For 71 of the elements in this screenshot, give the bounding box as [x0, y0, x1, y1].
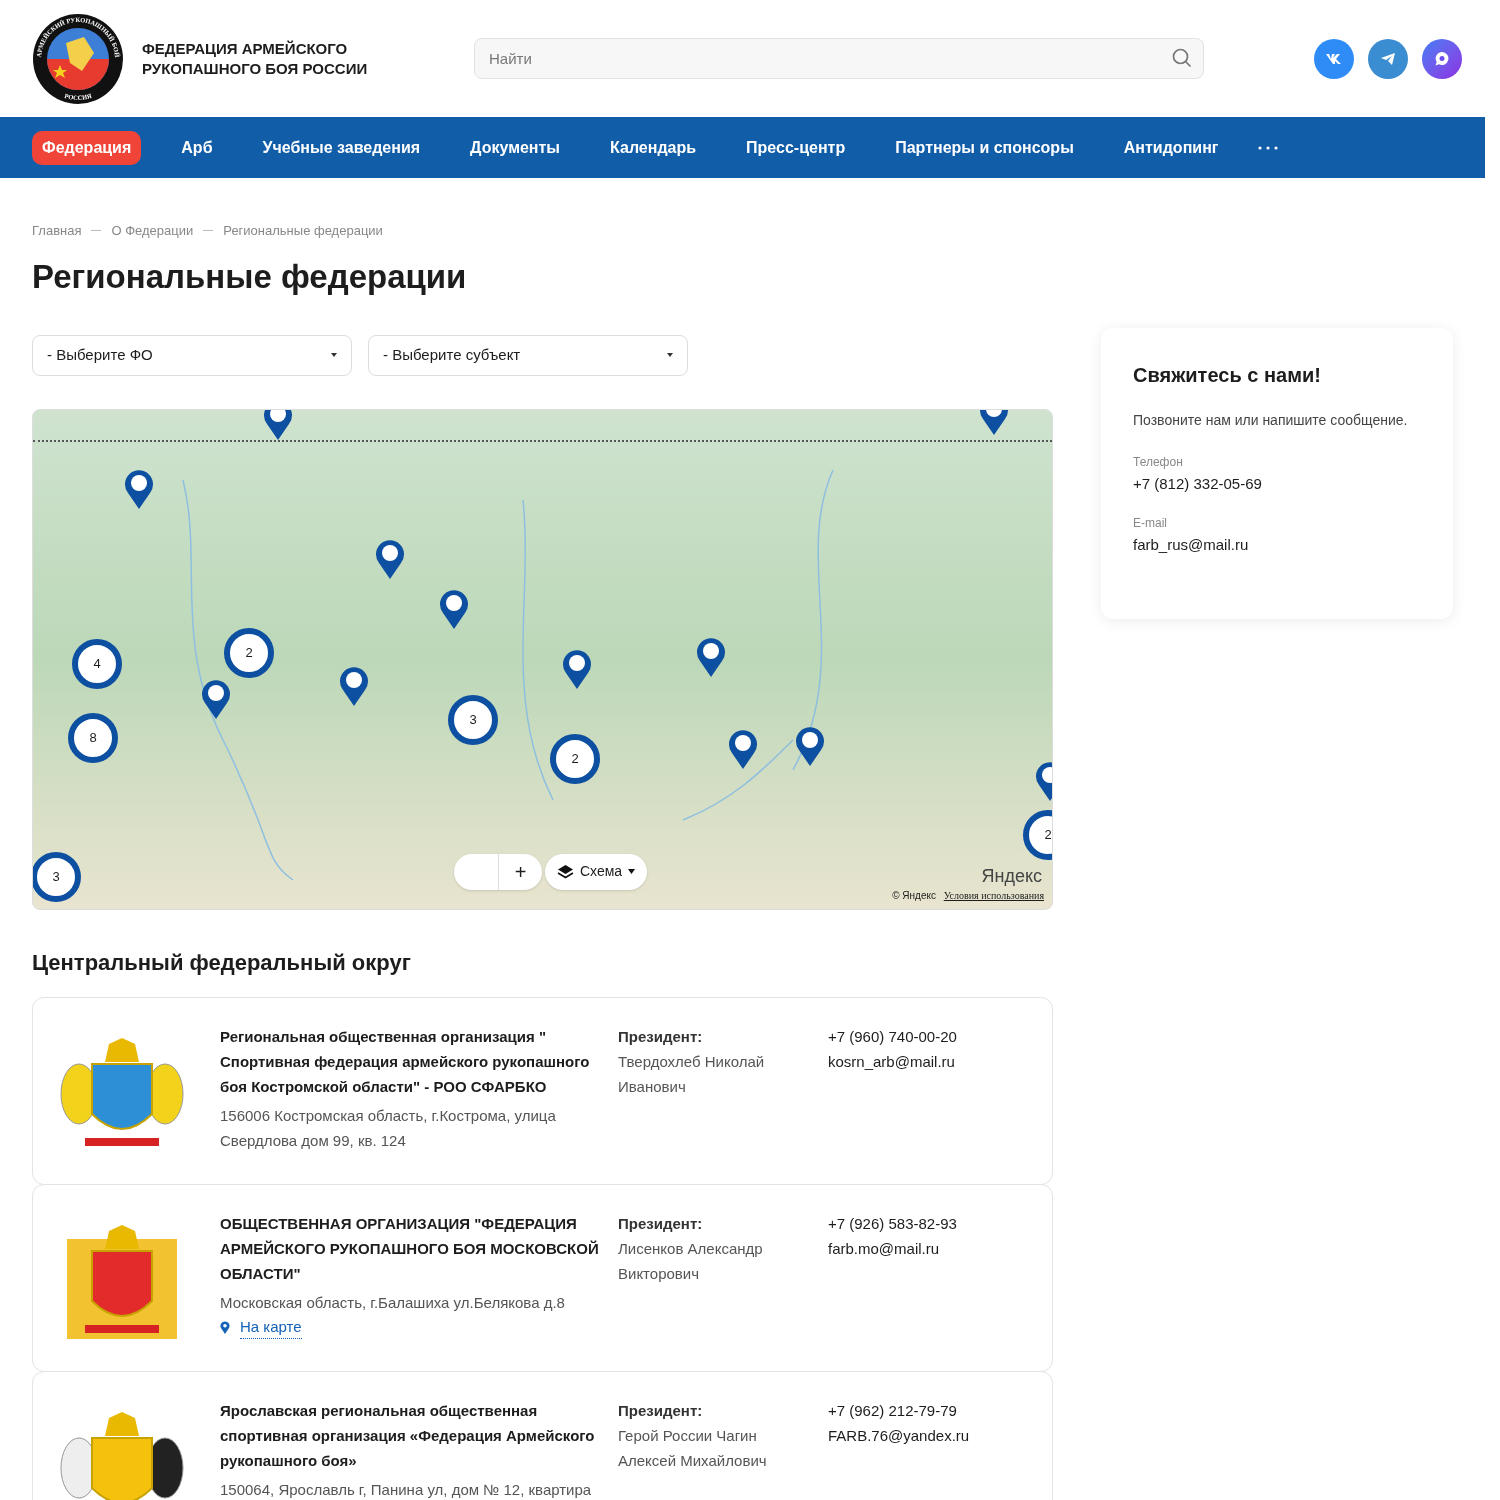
- nav-tab[interactable]: Пресс-центр: [736, 130, 856, 165]
- email-address: farb_rus@mail.ru: [1133, 534, 1250, 555]
- caret-icon: [331, 353, 337, 357]
- phone-number: +7 (960) 740-00-20: [828, 1026, 957, 1047]
- president-name: Герой России Чагин Алексей Михайлович: [618, 1425, 768, 1471]
- map-cluster-marker[interactable]: 2: [550, 733, 600, 784]
- site-title: ФЕДЕРАЦИЯ АРМЕЙСКОГО РУКОПАШНОГО БОЯ РОССИИ: [142, 38, 369, 79]
- organization-address: Московская область, г.Балашиха ул.Белякова д.8: [220, 1292, 566, 1313]
- phone-number: +7 (962) 212-79-79: [828, 1400, 958, 1421]
- map-copyright: © Яндекс: [892, 889, 936, 902]
- map-cluster-marker[interactable]: 3: [33, 851, 81, 902]
- map-pin-icon: [220, 1320, 230, 1334]
- organization-name: Ярославская региональная общественная спортивная организация «Федерация Армейского рукопашного боя»: [220, 1400, 596, 1471]
- select-dropdown[interactable]: - Выберите ФО: [32, 334, 352, 376]
- messenger-button[interactable]: [1422, 38, 1462, 79]
- breadcrumb-link[interactable]: Региональные федерации: [223, 221, 383, 241]
- vk-icon: [1325, 53, 1343, 64]
- zoom-in-button[interactable]: +: [498, 853, 542, 890]
- map-cluster-marker[interactable]: 2: [1023, 809, 1052, 860]
- caret-icon: [628, 869, 636, 874]
- breadcrumb-link[interactable]: О Федерации: [111, 221, 194, 241]
- organization-address: 150064, Ярославль г, Панина ул, дом № 12, квартира: [220, 1479, 593, 1500]
- page-title: Региональные федерации: [32, 256, 468, 297]
- breadcrumb-link[interactable]: Главная: [32, 221, 82, 241]
- nav-tab[interactable]: Календарь: [600, 130, 707, 165]
- map-cluster-marker[interactable]: 8: [68, 712, 118, 763]
- more-icon[interactable]: [1258, 145, 1279, 150]
- contact-text: Позвоните нам или напишите сообщение.: [1133, 411, 1409, 430]
- email-label: E-mail: [1133, 514, 1168, 532]
- map[interactable]: 4 2 8 3 2 3 2 + Схема Яндекс © Яндекс Условия использования: [32, 408, 1053, 910]
- breadcrumb-separator: [91, 230, 102, 232]
- on-map-link[interactable]: На карте: [220, 1315, 618, 1339]
- email-address: farb.mo@mail.ru: [828, 1238, 941, 1259]
- president-label: Президент:: [618, 1213, 704, 1234]
- nav-tab[interactable]: Федерация: [32, 130, 142, 165]
- breadcrumb-separator: [203, 230, 214, 232]
- phone-label: Телефон: [1133, 454, 1184, 471]
- terms-link[interactable]: Условия использования: [943, 889, 1044, 902]
- nav-tab[interactable]: Антидопинг: [1113, 130, 1229, 165]
- map-brand-logo: Яндекс: [981, 865, 1042, 886]
- search-field[interactable]: Найти: [474, 38, 1204, 79]
- select-dropdown[interactable]: - Выберите субъект: [368, 334, 688, 376]
- map-cluster-marker[interactable]: 2: [224, 627, 274, 678]
- caret-icon: [667, 353, 673, 357]
- telegram-button[interactable]: [1368, 38, 1408, 79]
- president-name: Твердохлеб Николай Иванович: [618, 1051, 766, 1097]
- nav-tab[interactable]: Арб: [171, 130, 223, 165]
- phone-number: +7 (812) 332-05-69: [1133, 474, 1263, 494]
- organization-address: 156006 Костромская область, г.Кострома, улица Свердлова дом 99, кв. 124: [220, 1105, 557, 1151]
- nav-tab[interactable]: Документы: [460, 130, 571, 165]
- zoom-control[interactable]: +: [454, 853, 542, 890]
- layers-button[interactable]: Схема: [545, 853, 648, 890]
- nav-tab[interactable]: Партнеры и спонсоры: [885, 130, 1084, 165]
- email-address: FARB.76@yandex.ru: [828, 1425, 970, 1446]
- president-label: Президент:: [618, 1026, 704, 1047]
- president-label: Президент:: [618, 1400, 704, 1421]
- contact-title: Свяжитесь с нами!: [1133, 363, 1322, 388]
- map-cluster-marker[interactable]: 3: [448, 694, 498, 745]
- chat-bubble-icon: [1434, 50, 1450, 67]
- email-address: kosrn_arb@mail.ru: [828, 1051, 956, 1072]
- phone-number: +7 (926) 583-82-93: [828, 1213, 957, 1234]
- organization-name: ОБЩЕСТВЕННАЯ ОРГАНИЗАЦИЯ "ФЕДЕРАЦИЯ АРМЕЙСКОГО РУКОПАШНОГО БОЯ МОСКОВСКОЙ ОБЛАСТИ": [220, 1213, 600, 1284]
- search-icon[interactable]: [1172, 48, 1192, 68]
- nav-tab[interactable]: Учебные заведения: [252, 130, 431, 165]
- paper-plane-icon: [1380, 51, 1396, 66]
- layers-icon: [557, 864, 574, 879]
- president-name: Лисенков Александр Викторович: [618, 1238, 764, 1284]
- vk-button[interactable]: [1314, 38, 1354, 79]
- map-cluster-marker[interactable]: 4: [72, 638, 122, 689]
- section-title: Центральный федеральный округ: [32, 948, 412, 977]
- organization-name: Региональная общественная организация " Спортивная федерация армейского рукопашного боя Костромской области" - РОО СФАРБКО: [220, 1026, 591, 1097]
